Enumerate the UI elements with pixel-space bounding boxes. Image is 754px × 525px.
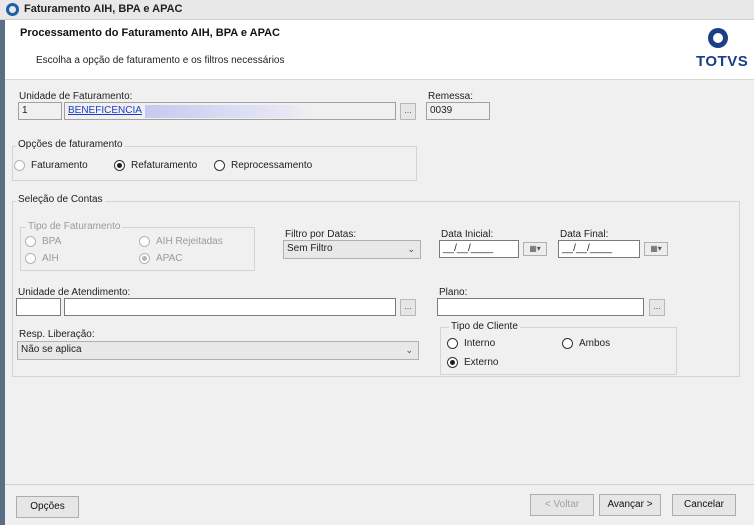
remessa-value: 0039 [430, 105, 453, 116]
interno-radio[interactable] [447, 338, 458, 349]
data-inicial-input[interactable]: __/__/____ [439, 240, 519, 258]
ambos-radio[interactable] [562, 338, 573, 349]
window-title: Faturamento AIH, BPA e APAC [24, 3, 183, 15]
refaturamento-label[interactable]: Refaturamento [131, 160, 197, 171]
bpa-label: BPA [42, 236, 62, 247]
chevron-down-icon: ⌄ [407, 244, 415, 254]
unidade-faturamento-code: 1 [22, 105, 28, 116]
filtro-datas-select[interactable]: Sem Filtro ⌄ [283, 240, 421, 259]
data-final-input[interactable]: __/__/____ [558, 240, 640, 258]
aih-rejeitadas-label: AIH Rejeitadas [156, 236, 223, 247]
opcoes-faturamento-legend: Opções de faturamento [16, 139, 125, 150]
filtro-datas-value: Sem Filtro [287, 243, 333, 254]
unidade-faturamento-label: Unidade de Faturamento: [19, 91, 133, 102]
chevron-down-icon: ⌄ [405, 345, 413, 355]
data-inicial-calendar-icon[interactable]: ▦▾ [523, 242, 547, 256]
faturamento-label: Faturamento [31, 160, 88, 171]
data-inicial-value: __/__/____ [443, 243, 494, 254]
page-subtitle: Escolha a opção de faturamento e os filt… [36, 55, 285, 66]
avancar-button[interactable]: Avançar > [599, 494, 661, 516]
externo-label[interactable]: Externo [464, 357, 498, 368]
reprocessamento-label[interactable]: Reprocessamento [231, 160, 312, 171]
filtro-datas-label: Filtro por Datas: [285, 229, 357, 240]
unidade-faturamento-name[interactable]: BENEFICENCIA [68, 105, 142, 116]
unidade-faturamento-lookup-button[interactable]: ... [400, 103, 416, 120]
interno-label[interactable]: Interno [464, 338, 495, 349]
bpa-radio [25, 236, 36, 247]
tipo-faturamento-group [20, 227, 255, 271]
redacted-blur [145, 105, 315, 118]
unidade-faturamento-code-field: 1 [18, 102, 62, 120]
data-final-value: __/__/____ [562, 243, 613, 254]
unidade-faturamento-name-field: BENEFICENCIA [64, 102, 396, 120]
aih-rejeitadas-radio [139, 236, 150, 247]
apac-radio [139, 253, 150, 264]
resp-liberacao-label: Resp. Liberação: [19, 329, 95, 340]
refaturamento-radio[interactable] [114, 160, 125, 171]
data-final-label: Data Final: [560, 229, 609, 240]
plano-input[interactable] [437, 298, 644, 316]
footer-divider [5, 484, 754, 485]
remessa-field: 0039 [426, 102, 490, 120]
unidade-atendimento-label: Unidade de Atendimento: [18, 287, 131, 298]
app-icon [6, 3, 19, 16]
voltar-button[interactable]: < Voltar [530, 494, 594, 516]
totvs-logo-icon [708, 28, 728, 48]
opcoes-button[interactable]: Opções [16, 496, 79, 518]
unidade-atendimento-code-input[interactable] [16, 298, 61, 316]
resp-liberacao-value: Não se aplica [21, 344, 82, 355]
unidade-atendimento-name-input[interactable] [64, 298, 396, 316]
data-inicial-label: Data Inicial: [441, 229, 494, 240]
plano-label: Plano: [439, 287, 468, 298]
aih-radio [25, 253, 36, 264]
page-title: Processamento do Faturamento AIH, BPA e … [20, 27, 280, 39]
data-final-calendar-icon[interactable]: ▦▾ [644, 242, 668, 256]
totvs-logo-text: TOTVS [696, 53, 749, 70]
apac-label: APAC [156, 253, 183, 264]
cancelar-button[interactable]: Cancelar [672, 494, 736, 516]
reprocessamento-radio[interactable] [214, 160, 225, 171]
unidade-atendimento-lookup-button[interactable]: ... [400, 299, 416, 316]
plano-lookup-button[interactable]: ... [649, 299, 665, 316]
resp-liberacao-select[interactable]: Não se aplica ⌄ [17, 341, 419, 360]
externo-radio[interactable] [447, 357, 458, 368]
tipo-cliente-legend: Tipo de Cliente [449, 321, 520, 332]
window-left-edge [0, 20, 5, 525]
ambos-label[interactable]: Ambos [579, 338, 610, 349]
tipo-faturamento-legend: Tipo de Faturamento [26, 221, 123, 232]
aih-label: AIH [42, 253, 59, 264]
faturamento-radio [14, 160, 25, 171]
remessa-label: Remessa: [428, 91, 474, 102]
selecao-contas-legend: Seleção de Contas [16, 194, 105, 205]
